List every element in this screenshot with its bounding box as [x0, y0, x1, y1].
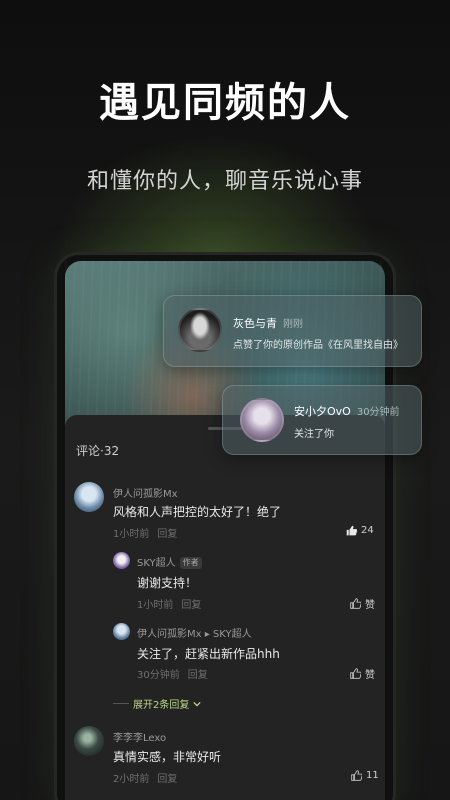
hero-subtitle: 和懂你的人，聊音乐说心事 [86, 169, 363, 194]
notification-time: 30分钟前 [356, 407, 400, 418]
notification-username: 安小夕OvO 30分钟前 [294, 405, 400, 418]
notification-time: 刚刚 [283, 319, 303, 330]
like-count: 11 [366, 770, 379, 781]
comment-meta: 2小时前 回复 [113, 770, 177, 785]
hero-title: 遇见同频的人 [99, 80, 351, 126]
thumbs-up-icon [351, 770, 362, 781]
comment-username[interactable]: 李李李Lexo [113, 729, 166, 744]
notification-username: 灰色与青 刚刚 [233, 317, 303, 330]
reply-button[interactable]: 回复 [157, 774, 177, 785]
user-avatar [240, 398, 284, 442]
comment-text: 真情实感，非常好听 [113, 750, 222, 764]
comment-time: 2小时前 [113, 774, 150, 785]
notification-desc: 关注了你 [294, 429, 334, 440]
comment-item: 李李李Lexo 真情实感，非常好听 2小时前 回复 11 [65, 415, 385, 800]
notification-desc: 点赞了你的原创作品《在风里找自由》 [233, 340, 403, 351]
user-avatar [178, 308, 222, 352]
like-button[interactable]: 11 [351, 770, 379, 781]
comments-sheet: 评论·32 伊人问孤影Mx 风格和人声把控的太好了！绝了 1小时前 回复 24 S… [65, 415, 385, 800]
notification-card-like[interactable]: 灰色与青 刚刚 点赞了你的原创作品《在风里找自由》 [163, 295, 422, 367]
user-avatar[interactable] [74, 726, 104, 756]
notification-card-follow[interactable]: 安小夕OvO 30分钟前 关注了你 [222, 385, 422, 455]
